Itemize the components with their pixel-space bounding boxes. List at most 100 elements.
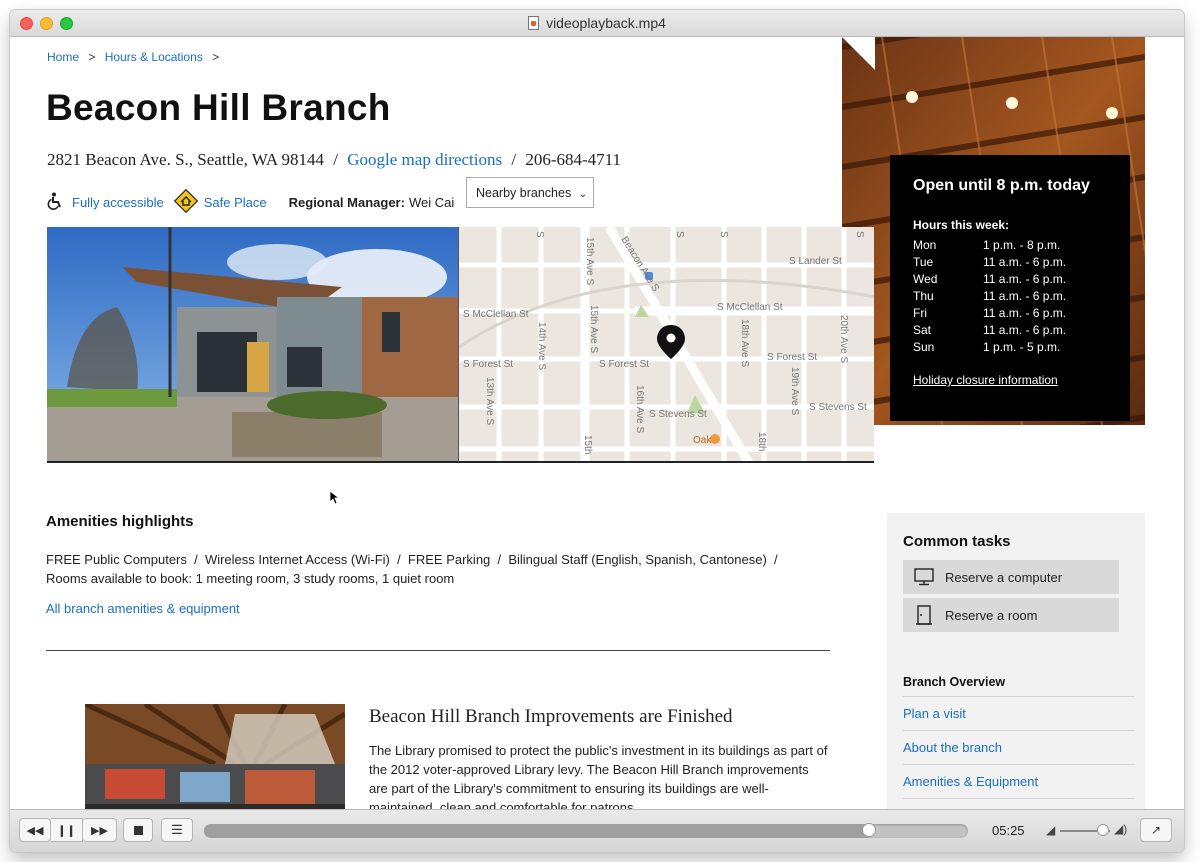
- hours-day: Sat: [913, 323, 932, 337]
- address-separator: /: [511, 150, 517, 169]
- map-street-label: S: [718, 231, 729, 238]
- stop-button[interactable]: [123, 818, 153, 842]
- plan-visit-link[interactable]: Plan a visit: [903, 697, 1135, 731]
- fully-accessible-link[interactable]: Fully accessible: [72, 195, 164, 210]
- map-street-label: 18th: [756, 432, 767, 451]
- map-street-label: S Stevens St: [649, 409, 707, 420]
- fast-forward-button[interactable]: ▶▶: [83, 818, 117, 842]
- safe-place-icon: [173, 188, 198, 216]
- branch-address: 2821 Beacon Ave. S., Seattle, WA 98144: [47, 150, 325, 169]
- reserve-room-button[interactable]: Reserve a room: [903, 598, 1119, 632]
- seek-bar[interactable]: [204, 824, 968, 838]
- rewind-button[interactable]: ◀◀: [19, 818, 51, 842]
- amenities-list: FREE Public Computers / Wireless Interne…: [46, 550, 806, 588]
- map-street-label: S Forest St: [463, 359, 513, 370]
- hours-time: 11 a.m. - 6 p.m.: [983, 289, 1067, 303]
- hours-day: Wed: [913, 272, 938, 286]
- map-street-label: 20th Ave S: [838, 315, 849, 364]
- breadcrumb-separator: >: [88, 50, 96, 64]
- hours-row: Fri 11 a.m. - 6 p.m.: [913, 305, 1130, 322]
- hours-row: Sun 1 p.m. - 5 p.m.: [913, 339, 1130, 356]
- address-line: 2821 Beacon Ave. S., Seattle, WA 98144 /…: [47, 150, 621, 170]
- pause-button[interactable]: ❙❙: [51, 818, 83, 842]
- branch-overview-heading: Branch Overview: [903, 675, 1135, 697]
- google-map-directions-link[interactable]: Google map directions: [347, 150, 502, 169]
- playback-controls: ◀◀ ❙❙ ▶▶ ☰ 05:25 ◢ ◢) ↗: [10, 809, 1184, 852]
- door-icon: [913, 605, 935, 625]
- manager-label: Regional Manager:: [288, 195, 405, 210]
- map-street-label: S Stevens St: [809, 402, 867, 413]
- fullscreen-icon: ↗: [1150, 823, 1162, 837]
- hours-time: 11 a.m. - 6 p.m.: [983, 323, 1067, 337]
- map-street-label: 16th Ave S: [634, 385, 645, 434]
- hours-row: Tue 11 a.m. - 6 p.m.: [913, 254, 1130, 271]
- title-bar[interactable]: videoplayback.mp4: [10, 10, 1184, 37]
- hours-week-label: Hours this week:: [913, 218, 1010, 232]
- breadcrumb: Home > Hours & Locations >: [47, 50, 225, 64]
- window-title-text: videoplayback.mp4: [546, 15, 666, 31]
- common-tasks-heading: Common tasks: [903, 533, 1011, 550]
- hours-time: 1 p.m. - 8 p.m.: [983, 238, 1061, 252]
- fullscreen-button[interactable]: ↗: [1140, 818, 1172, 842]
- map-poi-label: Oak: [693, 435, 712, 446]
- map-street-label: 13th Ave S: [484, 377, 495, 426]
- hours-day: Mon: [913, 238, 937, 252]
- branch-info-row: Fully accessible Safe Place Regional Man…: [47, 188, 454, 216]
- hours-day: Fri: [913, 306, 927, 320]
- news-body: The Library promised to protect the publ…: [369, 743, 828, 809]
- holiday-closure-link[interactable]: Holiday closure information: [913, 373, 1130, 387]
- hours-table: Mon 1 p.m. - 8 p.m. Tue 11 a.m. - 6 p.m. Wed…: [913, 237, 1130, 356]
- seek-handle[interactable]: [861, 823, 876, 837]
- news-library-interior-image[interactable]: [85, 704, 345, 809]
- seek-bar-progress: [204, 824, 869, 838]
- map-street-label: 19th Ave S: [789, 367, 800, 416]
- amenities-heading: Amenities highlights: [46, 513, 194, 530]
- branch-building-photo[interactable]: [47, 227, 458, 463]
- hours-time: 11 a.m. - 6 p.m.: [983, 272, 1067, 286]
- nearby-branches-dropdown[interactable]: Nearby branches ⌄: [466, 177, 594, 208]
- breadcrumb-home-link[interactable]: Home: [47, 50, 79, 64]
- safe-place-link[interactable]: Safe Place: [204, 195, 267, 210]
- branch-phone[interactable]: 206-684-4711: [525, 150, 621, 169]
- reserve-computer-button[interactable]: Reserve a computer: [903, 560, 1119, 594]
- volume-high-icon: ◢): [1114, 822, 1128, 836]
- video-file-icon: [528, 16, 540, 30]
- map-street-label: 14th Ave S: [536, 322, 547, 371]
- hours-row: Mon 1 p.m. - 8 p.m.: [913, 237, 1130, 254]
- hours-day: Sun: [913, 340, 935, 354]
- hours-row: Wed 11 a.m. - 6 p.m.: [913, 271, 1130, 288]
- video-frame: Home > Hours & Locations > Beacon Hill B…: [10, 37, 1184, 809]
- breadcrumb-hours-link[interactable]: Hours & Locations: [105, 50, 203, 64]
- map-street-label: S: [534, 231, 545, 238]
- map-street-label: S McClellan St: [463, 309, 529, 320]
- map-street-label: 15th: [582, 435, 593, 454]
- branch-map[interactable]: S Lander St S McClellan St S McClellan S…: [458, 227, 874, 463]
- volume-handle[interactable]: [1096, 824, 1109, 836]
- map-street-label: S Lander St: [789, 256, 842, 267]
- pause-icon: ❙❙: [57, 824, 76, 837]
- playlist-button[interactable]: ☰: [161, 818, 193, 842]
- news-headline[interactable]: Beacon Hill Branch Improvements are Fini…: [369, 706, 733, 728]
- about-branch-link[interactable]: About the branch: [903, 731, 1135, 765]
- fast-forward-icon: ▶▶: [91, 824, 108, 837]
- map-street-label: S McClellan St: [717, 302, 783, 313]
- map-street-label: S: [854, 231, 865, 238]
- time-display: 05:25: [992, 823, 1025, 838]
- rewind-icon: ◀◀: [26, 824, 44, 837]
- mouse-cursor-icon: [329, 490, 341, 510]
- sidebar: Common tasks Reserve a computer Reserve …: [887, 513, 1145, 809]
- hours-day: Thu: [913, 289, 934, 303]
- hours-row: Thu 11 a.m. - 6 p.m.: [913, 288, 1130, 305]
- page-title: Beacon Hill Branch: [46, 87, 391, 128]
- all-amenities-link[interactable]: All branch amenities & equipment: [46, 601, 240, 616]
- hours-time: 11 a.m. - 6 p.m.: [983, 306, 1067, 320]
- open-status: Open until 8 p.m. today: [913, 177, 1090, 194]
- hours-time: 11 a.m. - 6 p.m.: [983, 255, 1067, 269]
- map-street-label: 15th Ave S: [588, 305, 599, 354]
- hours-day: Tue: [913, 255, 934, 269]
- amenities-equipment-link[interactable]: Amenities & Equipment: [903, 765, 1135, 799]
- playlist-icon: ☰: [171, 822, 183, 837]
- chevron-down-icon: ⌄: [578, 189, 588, 200]
- reserve-computer-label: Reserve a computer: [945, 569, 1063, 585]
- address-separator: /: [333, 150, 338, 169]
